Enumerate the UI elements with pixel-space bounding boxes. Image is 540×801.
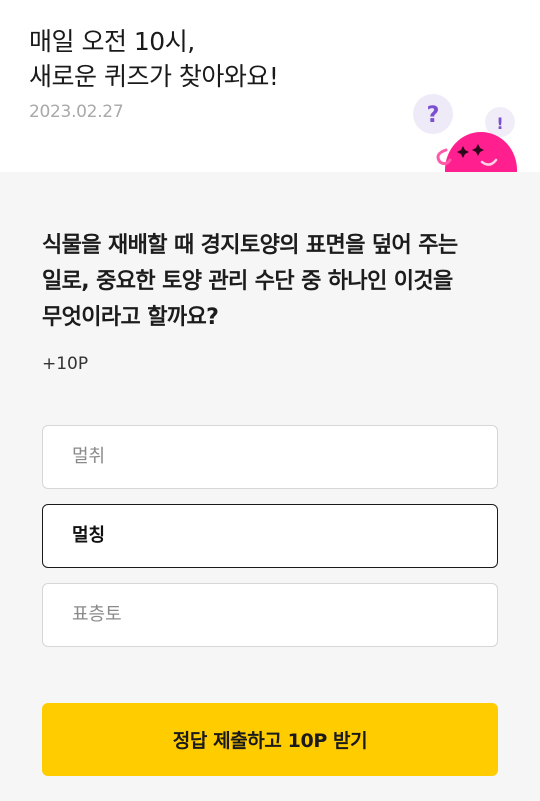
- quiz-header: 매일 오전 10시, 새로운 퀴즈가 찾아와요! 2023.02.27 ? !: [0, 0, 540, 172]
- mascot-body: [445, 132, 517, 172]
- mascot-icon: ? !: [413, 94, 517, 172]
- exclamation-mark-icon: !: [496, 114, 503, 133]
- header-title: 매일 오전 10시, 새로운 퀴즈가 찾아와요!: [29, 24, 279, 94]
- answer-option-3[interactable]: 표층토: [42, 583, 498, 647]
- header-title-line2: 새로운 퀴즈가 찾아와요!: [29, 62, 279, 91]
- mascot-illustration: ? !: [408, 90, 540, 172]
- quiz-points: +10P: [42, 354, 89, 374]
- quiz-page: 매일 오전 10시, 새로운 퀴즈가 찾아와요! 2023.02.27 ? !: [0, 0, 540, 801]
- answer-option-2-selected[interactable]: 멀칭: [42, 504, 498, 568]
- submit-answer-button[interactable]: 정답 제출하고 10P 받기: [42, 703, 498, 776]
- answer-option-1[interactable]: 멀취: [42, 425, 498, 489]
- quiz-date: 2023.02.27: [29, 102, 124, 122]
- question-mark-icon: ?: [427, 103, 440, 128]
- quiz-question: 식물을 재배할 때 경지토양의 표면을 덮어 주는 일로, 중요한 토양 관리 …: [42, 233, 458, 330]
- header-title-line1: 매일 오전 10시,: [29, 27, 195, 56]
